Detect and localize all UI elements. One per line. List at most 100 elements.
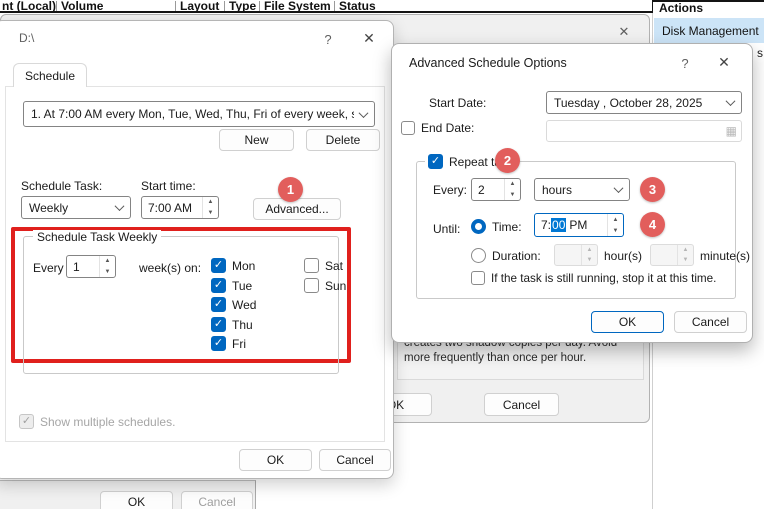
checkbox[interactable]: [471, 271, 485, 285]
time-minutes-selected: 00: [551, 218, 566, 232]
day-checkbox-sat[interactable]: Sat: [304, 258, 343, 273]
checkbox[interactable]: [304, 258, 319, 273]
start-date-dropdown[interactable]: Tuesday , October 28, 2025: [546, 91, 742, 114]
spinner-arrows[interactable]: ▲▼: [202, 197, 218, 218]
chevron-down-icon: [115, 201, 125, 211]
step-badge-1: 1: [278, 177, 303, 202]
column-header-status[interactable]: Status: [339, 0, 376, 12]
checkbox[interactable]: [211, 297, 226, 312]
every-weeks-spinner[interactable]: 1 ▲▼: [66, 255, 116, 278]
checkbox[interactable]: [304, 278, 319, 293]
spinner-arrows: ▲▼: [581, 245, 597, 265]
day-checkbox-thu[interactable]: Thu: [211, 317, 253, 332]
repeat-every-value: 2: [472, 179, 504, 200]
note-line: more frequently than once per hour.: [404, 352, 586, 364]
every-weeks-value: 1: [67, 256, 99, 277]
repeat-every-spinner[interactable]: 2 ▲▼: [471, 178, 521, 201]
start-time-label: Start time:: [141, 179, 196, 193]
dialog-title: Advanced Schedule Options: [409, 56, 567, 70]
help-icon[interactable]: ?: [672, 53, 698, 73]
column-header-local: nt (Local): [2, 0, 56, 12]
column-divider: [334, 1, 335, 11]
spinner-arrows[interactable]: ▲▼: [607, 214, 623, 236]
schedule-ok-button[interactable]: OK: [239, 449, 312, 471]
group-title: Schedule Task Weekly: [33, 230, 161, 244]
shadow-dialog-cancel-button[interactable]: Cancel: [484, 393, 559, 416]
schedule-task-dropdown[interactable]: Weekly: [21, 196, 131, 219]
until-duration-radio[interactable]: Duration:: [471, 248, 541, 263]
actions-panel-title: Actions: [659, 2, 703, 15]
start-date-value: Tuesday , October 28, 2025: [554, 96, 721, 110]
step-badge-3: 3: [640, 177, 665, 202]
day-checkbox-sun[interactable]: Sun: [304, 278, 346, 293]
schedule-cancel-button[interactable]: Cancel: [319, 449, 391, 471]
day-checkbox-wed[interactable]: Wed: [211, 297, 256, 312]
screenshot-root: nt (Local) Volume Layout Type File Syste…: [0, 0, 764, 509]
close-icon[interactable]: ✕: [611, 22, 637, 42]
help-icon[interactable]: ?: [315, 29, 341, 49]
duration-hours-spinner: ▲▼: [554, 244, 598, 266]
advanced-schedule-options-dialog: Advanced Schedule Options ? ✕ Start Date…: [391, 43, 753, 343]
checkbox[interactable]: [211, 258, 226, 273]
checkbox[interactable]: [428, 154, 443, 169]
advanced-ok-button[interactable]: OK: [591, 311, 664, 333]
duration-hours-label: hour(s): [604, 249, 642, 263]
actions-partial-text: s: [757, 46, 763, 60]
stop-task-checkbox[interactable]: If the task is still running, stop it at…: [471, 271, 716, 285]
schedule-list-value: 1. At 7:00 AM every Mon, Tue, Wed, Thu, …: [31, 107, 354, 121]
column-divider: [259, 1, 260, 11]
time-ampm: PM: [569, 218, 587, 232]
day-checkbox-fri[interactable]: Fri: [211, 336, 246, 351]
chevron-down-icon: [614, 183, 624, 193]
step-badge-2: 2: [495, 148, 520, 173]
background-cancel-button[interactable]: Cancel: [181, 491, 253, 509]
advanced-button[interactable]: Advanced...: [253, 198, 341, 220]
delete-button[interactable]: Delete: [306, 129, 380, 151]
duration-minutes-spinner: ▲▼: [650, 244, 694, 266]
column-header-volume[interactable]: Volume: [61, 0, 103, 12]
actions-item-disk-management[interactable]: Disk Management: [654, 18, 764, 43]
column-header-type[interactable]: Type: [229, 0, 256, 12]
step-badge-4: 4: [640, 212, 665, 237]
column-header-layout[interactable]: Layout: [180, 0, 219, 12]
background-ok-button[interactable]: OK: [100, 491, 173, 509]
checkbox[interactable]: [211, 278, 226, 293]
close-icon[interactable]: ✕: [711, 52, 737, 72]
tab-schedule[interactable]: Schedule: [13, 63, 87, 87]
spinner-arrows: ▲▼: [677, 245, 693, 265]
calendar-icon[interactable]: ▦: [726, 124, 741, 138]
until-label: Until:: [433, 222, 460, 236]
checkbox[interactable]: [211, 336, 226, 351]
start-time-value: 7:00 AM: [142, 197, 202, 218]
repeat-unit-dropdown[interactable]: hours: [534, 178, 630, 201]
day-checkbox-tue[interactable]: Tue: [211, 278, 252, 293]
dialog-title: D:\: [19, 31, 34, 45]
disk-management-header-row: nt (Local) Volume Layout Type File Syste…: [0, 0, 652, 13]
show-multiple-schedules-checkbox[interactable]: Show multiple schedules.: [19, 414, 175, 429]
checkbox[interactable]: [211, 317, 226, 332]
schedule-task-label: Schedule Task:: [21, 179, 102, 193]
spinner-arrows[interactable]: ▲▼: [504, 179, 520, 200]
advanced-cancel-button[interactable]: Cancel: [674, 311, 747, 333]
every-label: Every: [33, 261, 64, 275]
repeat-every-label: Every:: [433, 183, 467, 197]
new-button[interactable]: New: [219, 129, 294, 151]
chevron-down-icon: [726, 96, 736, 106]
checkbox[interactable]: [401, 121, 415, 135]
end-date-checkbox[interactable]: End Date:: [401, 121, 474, 135]
until-time-radio[interactable]: Time:: [471, 219, 522, 234]
column-header-file-system[interactable]: File System: [264, 0, 331, 12]
close-icon[interactable]: ✕: [356, 28, 382, 48]
spinner-arrows[interactable]: ▲▼: [99, 256, 115, 277]
duration-minutes-label: minute(s): [700, 249, 750, 263]
radio-button[interactable]: [471, 248, 486, 263]
schedule-list-dropdown[interactable]: 1. At 7:00 AM every Mon, Tue, Wed, Thu, …: [23, 101, 375, 127]
start-time-spinner[interactable]: 7:00 AM ▲▼: [141, 196, 219, 219]
radio-button[interactable]: [471, 219, 486, 234]
end-date-field[interactable]: ▦: [546, 120, 742, 142]
column-divider: [224, 1, 225, 11]
schedule-dialog: D:\ ? ✕ Schedule 1. At 7:00 AM every Mon…: [0, 20, 394, 479]
day-checkbox-mon[interactable]: Mon: [211, 258, 255, 273]
background-properties-dialog: OK Cancel: [0, 480, 256, 509]
until-time-field[interactable]: 7:00PM ▲▼: [534, 213, 624, 237]
